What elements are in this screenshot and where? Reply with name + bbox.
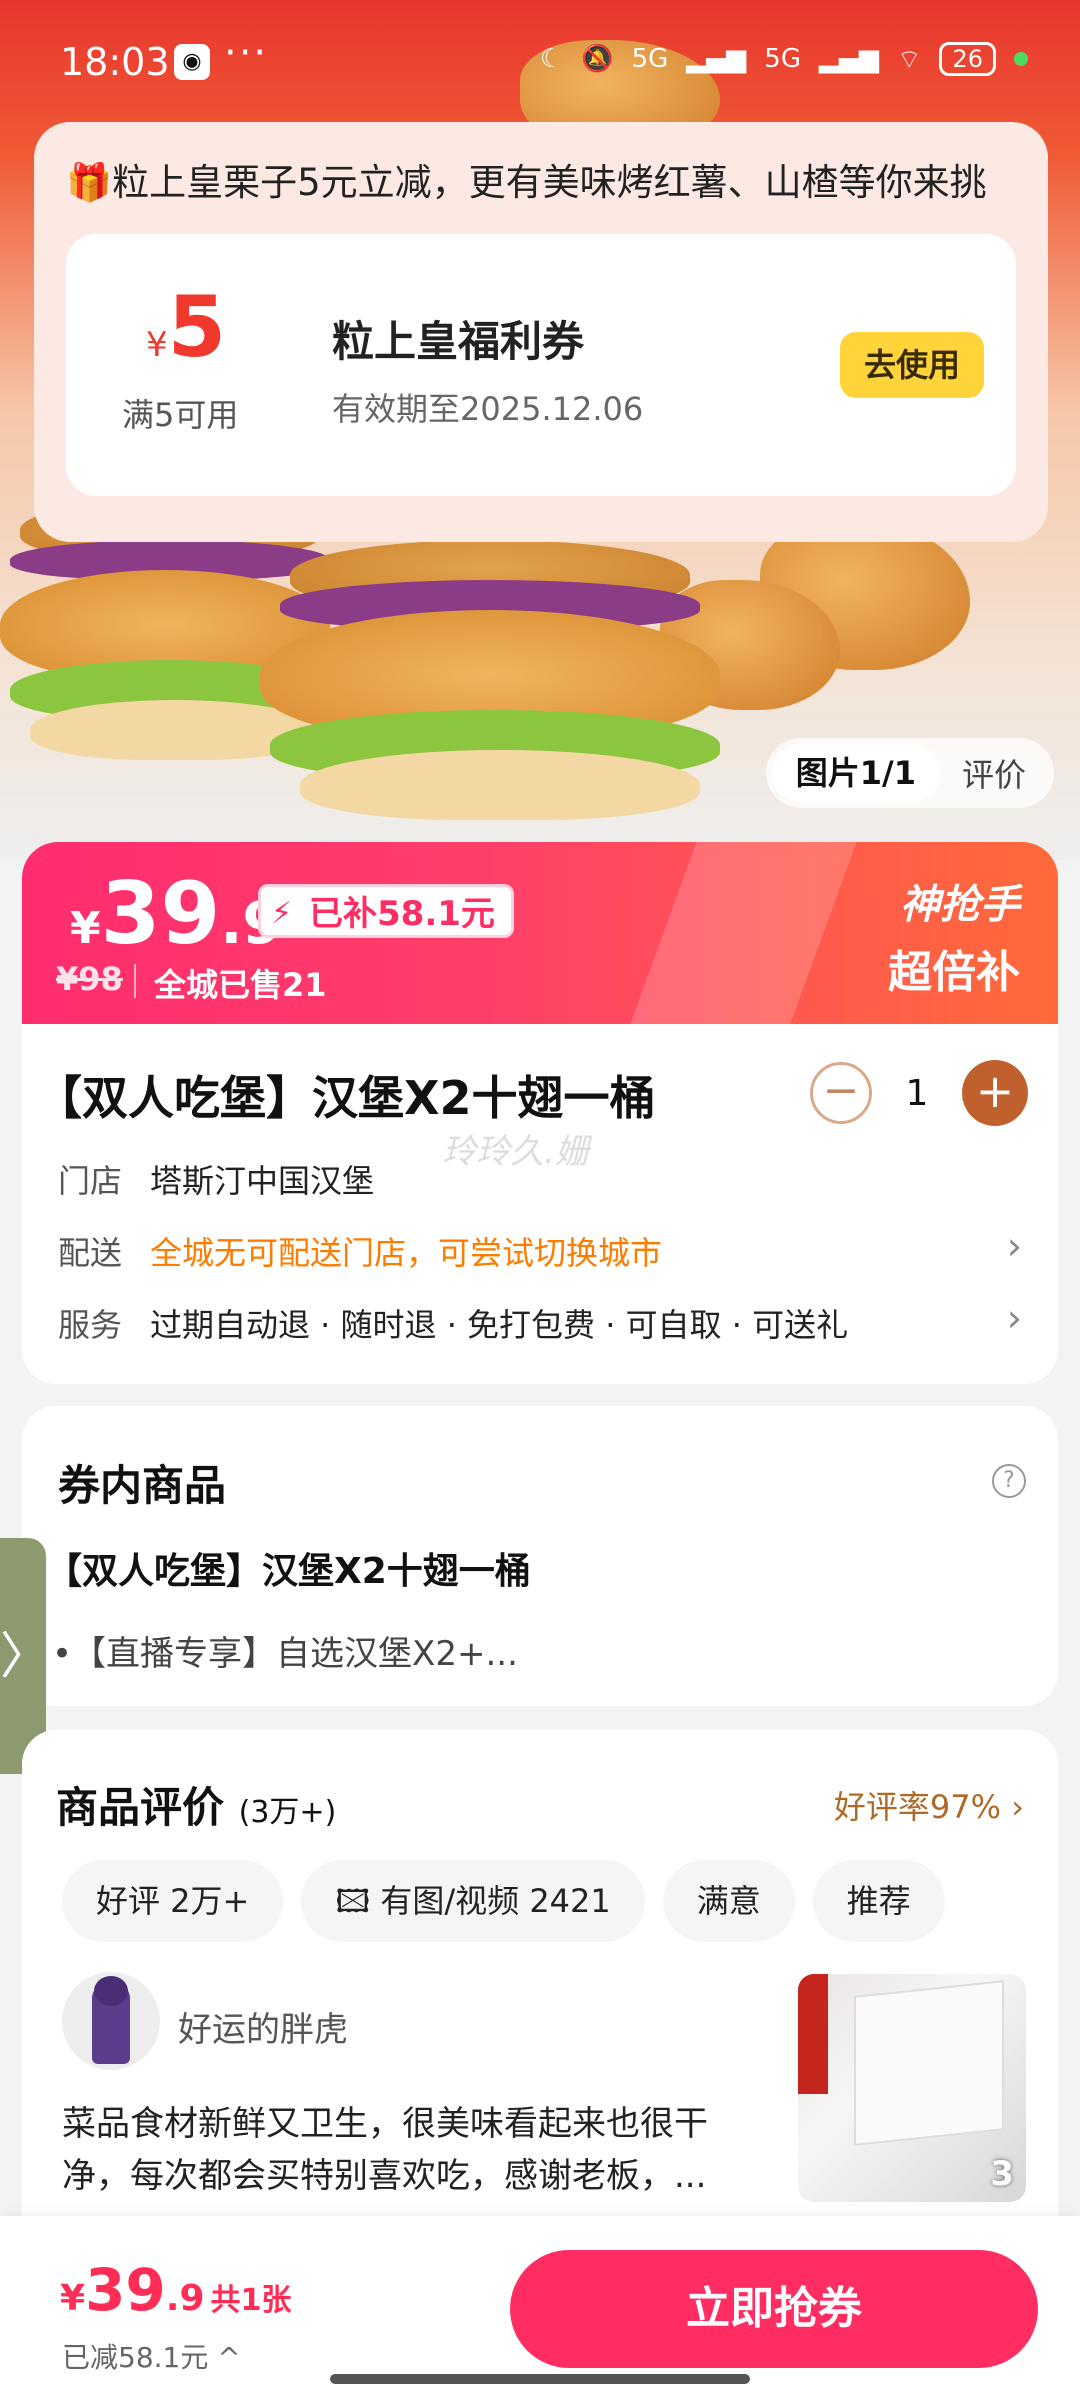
delivery-row[interactable]: 配送 全城无可配送门店，可尝试切换城市 bbox=[58, 1228, 662, 1274]
voucher-sub-item[interactable]: •【直播专享】自选汉堡X2+... bbox=[52, 1626, 518, 1675]
avatar[interactable] bbox=[62, 1972, 160, 2070]
chip-positive[interactable]: 好评 2万+ bbox=[62, 1860, 284, 1942]
wifi-icon: ⌔ bbox=[897, 44, 922, 75]
more-notifications-icon: ··· bbox=[224, 30, 269, 76]
sold-count: 全城已售21 bbox=[154, 966, 327, 1004]
promo-tag-subsidy: 超倍补 bbox=[888, 947, 1020, 998]
coupon-promo-headline: 🎁粒上皇栗子5元立减，更有美味烤红薯、山楂等你来挑 bbox=[66, 161, 987, 204]
mute-bell-icon: 🔕 bbox=[581, 44, 614, 74]
battery-icon: 26 bbox=[939, 42, 996, 76]
review-photo[interactable]: 3 bbox=[798, 1974, 1026, 2202]
total-price: ¥39.9 共1张 bbox=[60, 2256, 292, 2324]
image-icon: 🖾 bbox=[335, 1882, 381, 1920]
bottom-action-bar: ¥39.9 共1张 已减58.1元 ^ 立即抢券 bbox=[0, 2216, 1080, 2400]
tab-images[interactable]: 图片1/1 bbox=[771, 744, 940, 802]
status-time: 18:03 bbox=[60, 40, 170, 84]
chip-recommend[interactable]: 推荐 bbox=[812, 1860, 945, 1942]
help-icon[interactable]: ? bbox=[992, 1464, 1026, 1498]
reviews-title: 商品评价 (3万+) bbox=[56, 1783, 337, 1832]
good-rate-link[interactable]: 好评率97% › bbox=[834, 1782, 1024, 1828]
buy-voucher-button[interactable]: 立即抢券 bbox=[510, 2250, 1038, 2368]
photo-count: 3 bbox=[990, 2154, 1014, 2194]
chip-satisfied[interactable]: 满意 bbox=[662, 1860, 795, 1942]
chip-with-media[interactable]: 🖾 有图/视频 2421 bbox=[301, 1860, 645, 1942]
network-5g-label: 5G bbox=[631, 44, 669, 74]
store-name: 塔斯汀中国汉堡 bbox=[150, 1162, 375, 1200]
chevron-right-icon: › bbox=[1011, 1788, 1024, 1826]
service-list: 过期自动退 · 随时退 · 免打包费 · 可自取 · 可送礼 bbox=[150, 1306, 849, 1344]
coupon-ticket: ¥5 满5可用 粒上皇福利券 有效期至2025.12.06 去使用 bbox=[66, 234, 1016, 496]
coupon-condition: 满5可用 bbox=[122, 396, 239, 434]
coupon-amount: ¥5 bbox=[146, 278, 227, 376]
qq-notification-icon: ◉ bbox=[174, 44, 210, 80]
store-row: 门店 塔斯汀中国汉堡 bbox=[58, 1162, 375, 1200]
increase-quantity-button[interactable]: + bbox=[962, 1060, 1028, 1126]
chevron-right-icon[interactable]: › bbox=[1007, 1224, 1022, 1268]
voucher-contents-title: 券内商品 bbox=[58, 1461, 227, 1510]
quantity-stepper: − 1 + bbox=[810, 1060, 1028, 1126]
signal-icon-2: ▂▄▆ bbox=[819, 44, 879, 74]
lightning-decoration bbox=[620, 842, 864, 1024]
network-5g-label-2: 5G bbox=[764, 44, 801, 74]
promo-tag-hot: 神抢手 bbox=[900, 882, 1020, 928]
quantity-value: 1 bbox=[905, 1072, 929, 1114]
discount-summary[interactable]: 已减58.1元 ^ bbox=[62, 2336, 241, 2376]
subsidy-badge: 已补58.1元 bbox=[258, 884, 514, 941]
watermark-text: 玲玲久.姗 bbox=[442, 1132, 589, 1172]
product-info-card: 【双人吃堡】汉堡X2十翅一桶 − 1 + 玲玲久.姗 门店 塔斯汀中国汉堡 配送全… bbox=[22, 1024, 1058, 1384]
status-bar: 18:03 ◉ ··· ☾ 🔕 5G ▂▄▆ 5G ▂▄▆ ⌔ 26 bbox=[0, 0, 1080, 120]
decrease-quantity-button[interactable]: − bbox=[810, 1062, 872, 1124]
use-coupon-button[interactable]: 去使用 bbox=[840, 332, 984, 398]
original-price: ¥98 bbox=[56, 960, 123, 998]
image-pager: 图片1/1 评价 bbox=[765, 738, 1054, 808]
home-indicator[interactable] bbox=[330, 2374, 750, 2384]
divider bbox=[134, 964, 136, 998]
voucher-count: 共1张 bbox=[210, 2283, 292, 2318]
price-banner: ¥39.9 已补58.1元 ¥98 全城已售21 神抢手 超倍补 bbox=[22, 842, 1058, 1024]
voucher-item: 【双人吃堡】汉堡X2十翅一桶 bbox=[46, 1551, 531, 1592]
coupon-title: 粒上皇福利券 bbox=[332, 317, 585, 366]
coupon-validity: 有效期至2025.12.06 bbox=[332, 390, 644, 428]
tab-reviews[interactable]: 评价 bbox=[940, 750, 1048, 796]
delivery-status: 全城无可配送门店，可尝试切换城市 bbox=[150, 1234, 663, 1272]
review-text[interactable]: 菜品食材新鲜又卫生，很美味看起来也很干净，每次都会买特别喜欢吃，感谢老板，... bbox=[62, 2098, 762, 2202]
review-filter-chips: 好评 2万+ 🖾 有图/视频 2421 满意 推荐 bbox=[62, 1860, 945, 1942]
service-row[interactable]: 服务 过期自动退 · 随时退 · 免打包费 · 可自取 · 可送礼 bbox=[58, 1300, 848, 1346]
moon-icon: ☾ bbox=[539, 44, 564, 74]
voucher-contents-card: 券内商品 ? 【双人吃堡】汉堡X2十翅一桶 •【直播专享】自选汉堡X2+... bbox=[22, 1406, 1058, 1706]
product-title: 【双人吃堡】汉堡X2十翅一桶 bbox=[36, 1071, 656, 1125]
chevron-right-icon[interactable]: › bbox=[1007, 1296, 1022, 1340]
coupon-promo-card: 🎁粒上皇栗子5元立减，更有美味烤红薯、山楂等你来挑 ¥5 满5可用 粒上皇福利券… bbox=[34, 122, 1048, 542]
reviews-count: (3万+) bbox=[238, 1795, 337, 1830]
reviewer-name: 好运的胖虎 bbox=[178, 2010, 348, 2050]
reviews-card: 商品评价 (3万+) 好评率97% › 好评 2万+ 🖾 有图/视频 2421 … bbox=[22, 1730, 1058, 2250]
sale-price: ¥39.9 bbox=[70, 864, 283, 964]
green-dot-indicator bbox=[1014, 52, 1028, 66]
signal-icon: ▂▄▆ bbox=[686, 44, 747, 74]
